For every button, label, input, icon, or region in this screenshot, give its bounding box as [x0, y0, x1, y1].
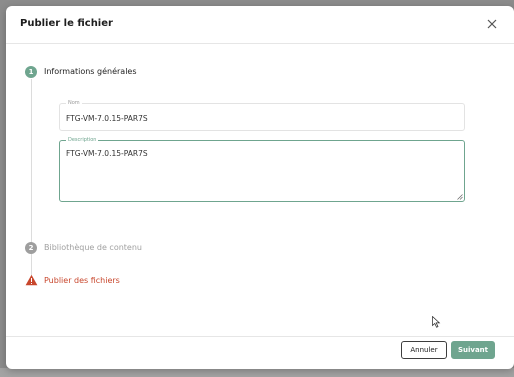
step-label: Publier des fichiers	[44, 276, 120, 285]
step-number-badge: 1	[25, 66, 37, 78]
step-label: Informations générales	[44, 67, 137, 76]
warning-icon	[25, 274, 38, 286]
dialog-title: Publier le fichier	[20, 18, 113, 29]
description-textarea[interactable]: Description FTG-VM-7.0.15-PAR7S	[59, 137, 465, 202]
name-field-value: FTG-VM-7.0.15-PAR7S	[66, 114, 148, 123]
dialog-header: Publier le fichier	[6, 6, 514, 44]
description-field-label: Description	[66, 137, 99, 143]
name-field[interactable]: Nom FTG-VM-7.0.15-PAR7S	[59, 100, 465, 131]
step-label: Bibliothèque de contenu	[44, 243, 142, 252]
close-icon	[487, 19, 497, 29]
close-button[interactable]	[484, 16, 500, 32]
publish-file-dialog: Publier le fichier 1 Informations généra…	[6, 6, 514, 369]
cancel-button[interactable]: Annuler	[401, 341, 447, 359]
background-page	[0, 368, 514, 377]
resize-handle-icon[interactable]	[457, 194, 463, 200]
description-field-value: FTG-VM-7.0.15-PAR7S	[66, 149, 148, 158]
next-button[interactable]: Suivant	[451, 341, 495, 359]
step-number-badge: 2	[25, 242, 37, 254]
mouse-cursor-icon	[432, 316, 441, 328]
name-field-label: Nom	[66, 100, 82, 106]
